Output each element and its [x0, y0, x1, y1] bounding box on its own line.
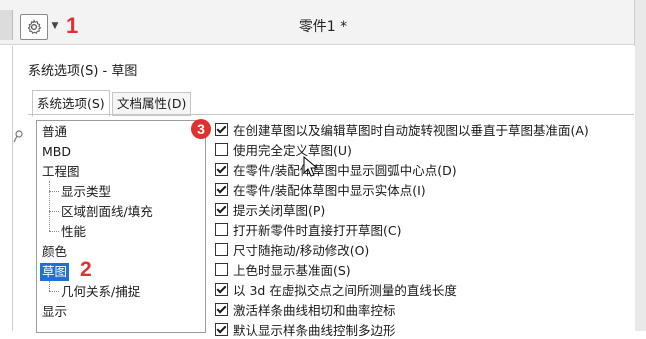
option-row[interactable]: 默认显示样条曲线控制多边形: [215, 320, 396, 339]
option-label: 提示关闭草图(P): [233, 203, 326, 218]
option-checkbox[interactable]: [215, 143, 228, 156]
tree-connector: [49, 281, 50, 291]
option-label: 默认显示样条曲线控制多边形: [233, 323, 396, 338]
tab-system-options[interactable]: 系统选项(S): [32, 90, 110, 117]
option-label: 尺寸随拖动/移动修改(O): [233, 243, 370, 258]
dialog-title: 系统选项(S) - 草图: [28, 64, 138, 79]
tree-item-area-hatch[interactable]: 区域剖面线/填充: [61, 203, 153, 221]
options-tree: 普通 MBD 工程图 显示类型 区域剖面线/填充 性能 颜色 草图 几何关系/捕…: [36, 120, 206, 333]
tree-connector: [49, 181, 50, 231]
tree-connector: [49, 231, 59, 232]
tab-document-properties[interactable]: 文档属性(D): [112, 92, 192, 116]
option-label: 激活样条曲线相切和曲率控标: [233, 303, 396, 318]
tree-item-mbd[interactable]: MBD: [42, 143, 71, 161]
option-row[interactable]: 以 3d 在虚拟交点之间所测量的直线长度: [215, 280, 457, 299]
option-label: 在零件/装配体草图中显示实体点(I): [233, 183, 426, 198]
option-row[interactable]: 使用完全定义草图(U): [215, 140, 352, 159]
document-title: 零件1 *: [298, 19, 348, 35]
option-label: 在创建草图以及编辑草图时自动旋转视图以垂直于草图基准面(A): [233, 123, 589, 138]
step-marker-3: 3: [191, 119, 211, 139]
tree-connector: [49, 191, 59, 192]
option-checkbox[interactable]: [215, 283, 228, 296]
tree-item-performance[interactable]: 性能: [61, 223, 86, 241]
tree-item-colors[interactable]: 颜色: [42, 243, 67, 261]
tree-item-display-type[interactable]: 显示类型: [61, 183, 111, 201]
option-checkbox[interactable]: [215, 223, 228, 236]
option-checkbox[interactable]: [215, 123, 228, 136]
tree-item-sketch[interactable]: 草图: [40, 263, 70, 281]
step-marker-2: 2: [80, 258, 92, 281]
pin-icon: [13, 130, 23, 143]
option-label: 在零件/装配体草图中显示圆弧中心点(D): [233, 163, 457, 178]
option-checkbox[interactable]: [215, 323, 228, 336]
option-label: 打开新零件时直接打开草图(C): [233, 223, 402, 238]
option-row[interactable]: 在零件/装配体草图中显示实体点(I): [215, 180, 426, 199]
option-checkbox[interactable]: [215, 183, 228, 196]
option-row[interactable]: 在零件/装配体草图中显示圆弧中心点(D): [215, 160, 457, 179]
tree-item-relations-snaps[interactable]: 几何关系/捕捉: [61, 283, 140, 301]
tree-item-display[interactable]: 显示: [42, 303, 67, 321]
option-label: 上色时显示基准面(S): [233, 263, 351, 278]
option-checkbox[interactable]: [215, 163, 228, 176]
tree-connector: [49, 291, 59, 292]
option-row[interactable]: 在创建草图以及编辑草图时自动旋转视图以垂直于草图基准面(A): [215, 120, 589, 139]
option-row[interactable]: 提示关闭草图(P): [215, 200, 325, 219]
option-checkbox[interactable]: [215, 263, 228, 276]
option-checkbox[interactable]: [215, 243, 228, 256]
option-row[interactable]: 打开新零件时直接打开草图(C): [215, 220, 401, 239]
tab-divider: [28, 114, 634, 115]
tree-connector: [49, 211, 59, 212]
window-right-edge: [634, 0, 646, 331]
tree-item-general[interactable]: 普通: [42, 123, 67, 141]
option-row[interactable]: 上色时显示基准面(S): [215, 260, 351, 279]
option-checkbox[interactable]: [215, 303, 228, 316]
mouse-cursor-icon: [303, 156, 319, 177]
option-label: 以 3d 在虚拟交点之间所测量的直线长度: [233, 283, 457, 298]
option-checkbox[interactable]: [215, 203, 228, 216]
option-row[interactable]: 尺寸随拖动/移动修改(O): [215, 240, 369, 259]
option-row[interactable]: 激活样条曲线相切和曲率控标: [215, 300, 396, 319]
tree-item-drawings[interactable]: 工程图: [42, 163, 80, 181]
option-label: 使用完全定义草图(U): [233, 143, 352, 158]
